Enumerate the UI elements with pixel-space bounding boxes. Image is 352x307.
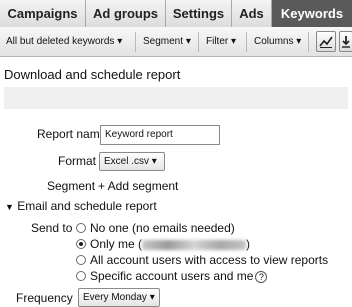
help-icon[interactable]: ?: [255, 270, 268, 283]
download-icon: [342, 36, 350, 48]
radio-no-one[interactable]: [76, 223, 86, 233]
chevron-down-icon: ▾: [117, 36, 123, 47]
toolbar-divider: [198, 32, 199, 52]
frequency-select[interactable]: Every Monday ▾: [78, 288, 160, 307]
filter-label: Filter: [206, 36, 229, 47]
radio-specific-users-label[interactable]: Specific account users and me?: [90, 269, 268, 283]
toolbar: All but deleted keywords ▾ Segment ▾ Fil…: [0, 27, 352, 57]
tab-campaigns[interactable]: Campaigns: [0, 0, 86, 27]
report-name-input[interactable]: Keyword report: [100, 125, 220, 145]
radio-all-users-label[interactable]: All account users with access to view re…: [90, 253, 328, 267]
chevron-down-icon: ▾: [149, 292, 155, 303]
format-value: Excel .csv: [104, 156, 150, 167]
filter-dropdown[interactable]: Filter ▾: [206, 27, 236, 57]
toolbar-divider: [246, 32, 247, 52]
chevron-down-icon: ▾: [151, 156, 157, 167]
tab-keywords[interactable]: Keywords: [272, 0, 352, 27]
tab-settings[interactable]: Settings: [166, 0, 232, 27]
filter-view-label: All but deleted keywords: [6, 36, 115, 47]
panel-header-bar: [4, 87, 348, 109]
chevron-down-icon: ▾: [296, 36, 302, 47]
send-to-label: Send to: [31, 221, 73, 235]
download-button[interactable]: [339, 31, 352, 52]
radio-specific-users[interactable]: [76, 271, 86, 281]
toolbar-divider: [308, 32, 309, 52]
blurred-email: [142, 239, 247, 250]
toolbar-divider: [135, 32, 136, 52]
tab-bar: Campaigns Ad groups Settings Ads Keyword…: [0, 0, 352, 27]
radio-all-users[interactable]: [76, 255, 86, 265]
tab-ads[interactable]: Ads: [232, 0, 272, 27]
only-me-close-paren: ): [246, 237, 251, 251]
only-me-text: Only me (: [90, 237, 143, 251]
tab-ad-groups[interactable]: Ad groups: [86, 0, 166, 27]
radio-only-me-label[interactable]: Only me (): [90, 237, 250, 251]
columns-label: Columns: [254, 36, 294, 47]
panel-title: Download and schedule report: [4, 67, 181, 82]
specific-users-text: Specific account users and me: [90, 269, 254, 283]
segment-dropdown[interactable]: Segment ▾: [143, 27, 191, 57]
frequency-label: Frequency: [16, 291, 73, 305]
frequency-value: Every Monday: [83, 292, 147, 303]
format-select[interactable]: Excel .csv ▾: [99, 152, 165, 171]
download-report-panel: Download and schedule report Report name…: [0, 57, 352, 307]
triangle-down-icon: ▼: [5, 202, 14, 212]
radio-no-one-label[interactable]: No one (no emails needed): [90, 221, 235, 235]
line-chart-button[interactable]: [316, 31, 336, 52]
segment-label: Segment: [47, 179, 96, 193]
radio-only-me[interactable]: [76, 239, 86, 249]
chevron-down-icon: ▾: [231, 36, 237, 47]
chevron-down-icon: ▾: [185, 36, 191, 47]
email-section-toggle[interactable]: ▼ Email and schedule report: [5, 199, 157, 213]
line-chart-icon: [319, 36, 333, 48]
segment-label: Segment: [143, 36, 184, 47]
format-label: Format: [58, 154, 97, 168]
columns-dropdown[interactable]: Columns ▾: [254, 27, 301, 57]
report-name-label: Report name: [37, 127, 107, 141]
filter-view-dropdown[interactable]: All but deleted keywords ▾: [6, 27, 122, 57]
email-section-label: Email and schedule report: [17, 199, 157, 213]
add-segment-link[interactable]: + Add segment: [98, 179, 178, 193]
